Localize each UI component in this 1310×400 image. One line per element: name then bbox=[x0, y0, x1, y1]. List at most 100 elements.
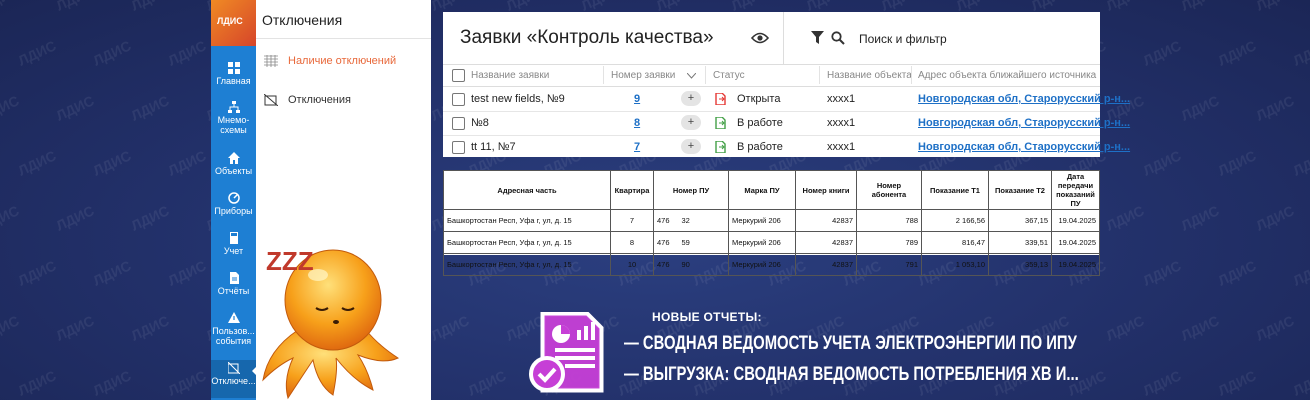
request-number-link[interactable]: 9 bbox=[634, 93, 640, 105]
column-header[interactable]: Статус bbox=[713, 70, 745, 81]
rail-item-objects[interactable]: Объекты bbox=[211, 152, 256, 176]
request-name: test new fields, №9 bbox=[471, 93, 565, 105]
eye-icon[interactable] bbox=[751, 31, 769, 45]
watermark-text: ЛДИС bbox=[15, 37, 59, 69]
watermark-text: ЛДИС bbox=[1253, 202, 1297, 234]
row-checkbox[interactable] bbox=[452, 141, 465, 154]
watermark-text: ЛДИС bbox=[428, 312, 472, 344]
column-header: Номер книги bbox=[795, 170, 857, 210]
rail-label: Отключе... bbox=[211, 376, 256, 386]
column-header: Показание Т1 bbox=[921, 170, 989, 210]
reading-t1-cell: 1 053,10 bbox=[921, 253, 989, 276]
reading-t1-cell: 2 166,56 bbox=[921, 209, 989, 232]
address-link[interactable]: Новгородская обл, Старорусский р-н... bbox=[918, 141, 1130, 153]
report-table-window: Адресная часть Квартира Номер ПУ Марка П… bbox=[443, 170, 1100, 276]
date-cell: 19.04.2025 bbox=[1051, 253, 1100, 276]
search-input[interactable]: Поиск и фильтр bbox=[859, 32, 947, 46]
object-name: xxxx1 bbox=[827, 117, 856, 129]
rail-item-accounting[interactable]: Учет bbox=[211, 232, 256, 256]
address-cell: Башкортостан Респ, Уфа г, ул, д. 15 bbox=[443, 231, 611, 254]
chevron-down-icon[interactable] bbox=[687, 73, 696, 79]
table-header: Название заявки Номер заявки Статус Назв… bbox=[443, 64, 1100, 87]
column-header[interactable]: Адрес объекта ближайшего источника bbox=[918, 70, 1096, 81]
column-header: Номер абонента bbox=[856, 170, 922, 210]
watermark-text: ЛДИС bbox=[53, 312, 97, 344]
watermark-text: ЛДИС bbox=[90, 257, 134, 289]
requests-window: Заявки «Контроль качества» Поиск и фильт… bbox=[443, 12, 1130, 159]
request-number-link[interactable]: 7 bbox=[634, 141, 640, 153]
watermark-text: ЛДИС bbox=[90, 367, 134, 399]
status-icon bbox=[715, 93, 726, 105]
search-icon[interactable] bbox=[831, 31, 845, 45]
request-name: №8 bbox=[471, 117, 489, 129]
row-checkbox[interactable] bbox=[452, 117, 465, 130]
meter-brand-cell: Меркурий 206 bbox=[728, 253, 796, 276]
watermark-text: ЛДИС bbox=[15, 257, 59, 289]
watermark-text: ЛДИС bbox=[1103, 202, 1147, 234]
watermark-text: ЛДИС bbox=[1290, 37, 1310, 69]
rail-item-outages[interactable]: Отключе... bbox=[211, 360, 256, 398]
sidebar-item-label: Наличие отключений bbox=[288, 55, 397, 67]
address-link[interactable]: Новгородская обл, Старорусский р-н... bbox=[918, 117, 1130, 129]
select-all-checkbox[interactable] bbox=[452, 69, 465, 82]
request-name: tt 11, №7 bbox=[471, 141, 516, 153]
watermark-text: ЛДИС bbox=[1253, 0, 1296, 14]
rail-label: Отчёты bbox=[217, 286, 250, 296]
request-number-link[interactable]: 8 bbox=[634, 117, 640, 129]
column-header[interactable]: Название заявки bbox=[471, 70, 549, 81]
reading-t2-cell: 359,13 bbox=[988, 253, 1052, 276]
reading-t2-cell: 339,51 bbox=[988, 231, 1052, 254]
add-button[interactable]: + bbox=[681, 115, 701, 130]
meter-number-cell: 476 59 bbox=[653, 231, 729, 254]
watermark-text: ЛДИС bbox=[1140, 37, 1184, 69]
page-title: Заявки «Контроль качества» bbox=[460, 27, 714, 48]
meter-number-cell: 476 90 bbox=[653, 253, 729, 276]
add-button[interactable]: + bbox=[681, 91, 701, 106]
table-row[interactable]: tt 11, №7 7 + В работе xxxx1 Новгородска… bbox=[443, 135, 1130, 159]
meter-number-cell: 476 32 bbox=[653, 209, 729, 232]
rail-item-events[interactable]: Пользов... события bbox=[211, 312, 256, 346]
sidebar-title: Отключения bbox=[262, 12, 343, 28]
outage-icon bbox=[264, 94, 278, 106]
column-header[interactable]: Номер заявки bbox=[611, 70, 675, 81]
rail-item-reports[interactable]: Отчёты bbox=[211, 272, 256, 296]
status-icon bbox=[715, 141, 726, 153]
meter-brand-cell: Меркурий 206 bbox=[728, 209, 796, 232]
watermark-text: ЛДИС bbox=[15, 367, 59, 399]
column-header: Номер ПУ bbox=[653, 170, 729, 210]
watermark-text: ЛДИС bbox=[1253, 312, 1297, 344]
sidebar-item-outage-presence[interactable]: Наличие отключений bbox=[264, 55, 396, 67]
table-row[interactable]: test new fields, №9 9 + Открыта xxxx1 Но… bbox=[443, 87, 1130, 112]
brand-logo[interactable]: ЛДИС bbox=[211, 0, 256, 46]
warning-icon bbox=[227, 312, 240, 323]
rail-item-devices[interactable]: Приборы bbox=[211, 192, 256, 216]
watermark-text: ЛДИС bbox=[15, 147, 59, 179]
address-link[interactable]: Новгородская обл, Старорусский р-н... bbox=[918, 93, 1130, 105]
column-header[interactable]: Название объекта bbox=[827, 70, 912, 81]
column-header: Дата передачи показаний ПУ bbox=[1051, 170, 1100, 210]
nav-rail: ЛДИС Главная Мнемо- схемы Объекты Прибор… bbox=[211, 0, 257, 400]
watermark-text: ЛДИС bbox=[165, 257, 209, 289]
outage-icon bbox=[227, 362, 240, 374]
sidebar-item-label: Отключения bbox=[288, 94, 351, 106]
divider bbox=[819, 66, 820, 84]
book-number-cell: 42837 bbox=[795, 231, 857, 254]
rail-item-home[interactable]: Главная bbox=[211, 62, 256, 86]
sidebar-item-outages[interactable]: Отключения bbox=[264, 94, 351, 106]
object-name: xxxx1 bbox=[827, 93, 856, 105]
rail-label: Приборы bbox=[214, 206, 253, 216]
row-checkbox[interactable] bbox=[452, 93, 465, 106]
filter-icon[interactable] bbox=[811, 31, 824, 44]
address-cell: Башкортостан Респ, Уфа г, ул, д. 15 bbox=[443, 253, 611, 276]
reading-t1-cell: 816,47 bbox=[921, 231, 989, 254]
rail-item-mnemo[interactable]: Мнемо- схемы bbox=[211, 101, 256, 135]
abonent-number-cell: 788 bbox=[856, 209, 922, 232]
rail-label: Учет bbox=[223, 246, 244, 256]
sleep-zzz: ZZZ bbox=[266, 246, 314, 276]
watermark-text: ЛДИС bbox=[1253, 92, 1297, 124]
watermark-text: ЛДИС bbox=[1140, 147, 1184, 179]
watermark-text: ЛДИС bbox=[1103, 0, 1146, 14]
table-row[interactable]: №8 8 + В работе xxxx1 Новгородская обл, … bbox=[443, 111, 1130, 136]
rail-label: Пользов... события bbox=[212, 326, 255, 346]
add-button[interactable]: + bbox=[681, 139, 701, 154]
